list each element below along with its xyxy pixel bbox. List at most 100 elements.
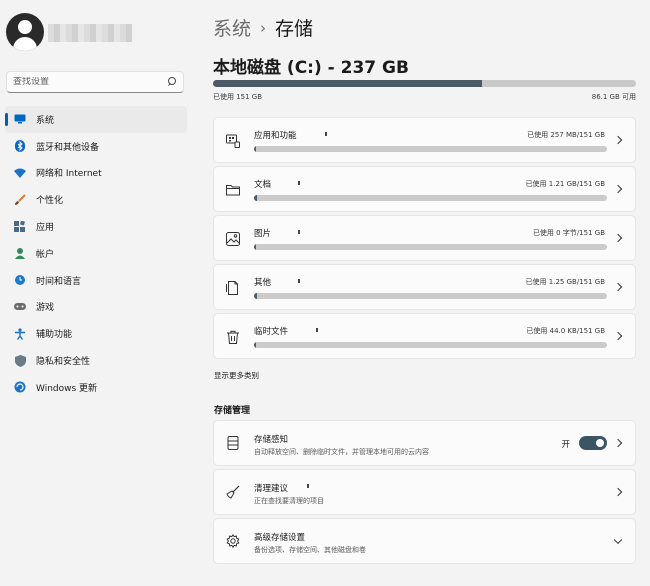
row-title: 高级存储设置 <box>254 533 306 543</box>
chevron-right-icon <box>613 487 623 497</box>
category-usage-fill <box>254 342 256 348</box>
folder-icon <box>226 183 240 197</box>
sidebar-item-privacy[interactable]: 隐私和安全性 <box>5 347 187 374</box>
breadcrumb-separator: › <box>260 18 267 37</box>
category-used: 已使用 1.21 GB/151 GB <box>525 180 605 188</box>
sidebar-item-network[interactable]: 网络和 Internet <box>5 160 187 187</box>
shield-icon <box>14 354 26 367</box>
sidebar: 系统 蓝牙和其他设备 网络和 Internet 个性化 应用 <box>0 0 195 586</box>
sidebar-item-personalization[interactable]: 个性化 <box>5 186 187 213</box>
sidebar-item-apps[interactable]: 应用 <box>5 213 187 240</box>
accessibility-icon <box>14 328 26 340</box>
apps-features-icon <box>226 134 240 148</box>
chevron-right-icon <box>613 282 623 292</box>
disk-free-label: 86.1 GB 可用 <box>591 93 636 101</box>
chevron-right-icon <box>613 331 623 341</box>
sidebar-item-label: 系统 <box>36 115 55 126</box>
row-subtitle: 自动释放空间、删除临时文件，并管理本地可用的云内容 <box>254 448 429 456</box>
category-usage-bar <box>254 293 607 299</box>
sidebar-item-bluetooth[interactable]: 蓝牙和其他设备 <box>5 133 187 160</box>
category-usage-bar <box>254 195 607 201</box>
advanced-storage-settings-row[interactable]: 高级存储设置 备份选项、存储空间、其他磁盘和卷 <box>213 518 636 564</box>
avatar[interactable] <box>6 13 44 51</box>
storage-sense-row[interactable]: 存储感知 自动释放空间、删除临时文件，并管理本地可用的云内容 开 <box>213 420 636 466</box>
category-name: 图片 <box>254 229 272 239</box>
globe-clock-icon <box>14 274 26 286</box>
gear-icon <box>226 534 240 548</box>
update-icon <box>14 381 26 393</box>
chevron-right-icon <box>613 135 623 145</box>
category-usage-fill <box>254 244 256 250</box>
category-name: 临时文件 <box>254 327 289 337</box>
category-used: 已使用 0 字节/151 GB <box>532 229 605 237</box>
row-subtitle: 正在查找要清理的项目 <box>254 497 324 505</box>
storage-sense-icon <box>226 436 240 450</box>
breadcrumb: 系统 › 存储 <box>213 14 313 41</box>
loading-indicator <box>325 132 327 136</box>
category-name: 应用和功能 <box>254 131 297 141</box>
search-icon[interactable] <box>167 77 177 87</box>
disk-title: 本地磁盘 (C:) - 237 GB <box>213 58 409 78</box>
sidebar-item-label: 个性化 <box>36 196 64 207</box>
account-icon <box>14 247 26 260</box>
category-name: 其他 <box>254 278 272 288</box>
loading-indicator <box>298 230 300 234</box>
search-input[interactable] <box>13 77 167 87</box>
category-temp-files[interactable]: 临时文件 已使用 44.0 KB/151 GB <box>213 313 636 359</box>
sidebar-item-gaming[interactable]: 游戏 <box>5 294 187 321</box>
username-redacted <box>48 24 132 42</box>
sidebar-item-system[interactable]: 系统 <box>5 106 187 133</box>
trash-icon <box>226 330 240 344</box>
category-usage-fill <box>254 293 257 299</box>
sidebar-item-time-language[interactable]: 时间和语言 <box>5 267 187 294</box>
row-subtitle: 备份选项、存储空间、其他磁盘和卷 <box>254 546 366 554</box>
category-used: 已使用 44.0 KB/151 GB <box>526 327 605 335</box>
toggle-state-label: 开 <box>561 440 570 450</box>
cleanup-recommendations-row[interactable]: 清理建议 正在查找要清理的项目 <box>213 469 636 515</box>
page-title: 存储 <box>275 18 314 40</box>
broom-icon <box>226 485 240 499</box>
wifi-icon <box>14 167 26 179</box>
sidebar-item-label: 隐私和安全性 <box>36 357 91 368</box>
row-title: 清理建议 <box>254 484 289 494</box>
loading-indicator <box>298 181 300 185</box>
sidebar-item-label: 蓝牙和其他设备 <box>36 142 100 153</box>
category-pictures[interactable]: 图片 已使用 0 字节/151 GB <box>213 215 636 261</box>
category-usage-fill <box>254 146 256 152</box>
category-other[interactable]: 其他 已使用 1.25 GB/151 GB <box>213 264 636 310</box>
sidebar-item-windows-update[interactable]: Windows 更新 <box>5 374 187 401</box>
disk-usage-fill <box>213 80 483 87</box>
brush-icon <box>14 194 26 206</box>
sidebar-item-label: 游戏 <box>36 303 55 314</box>
category-usage-bar <box>254 342 607 348</box>
disk-used-label: 已使用 151 GB <box>213 93 263 101</box>
other-files-icon <box>226 281 240 295</box>
category-usage-bar <box>254 244 607 250</box>
storage-sense-toggle[interactable] <box>579 436 607 450</box>
category-used: 已使用 1.25 GB/151 GB <box>525 278 605 286</box>
chevron-right-icon <box>613 438 623 448</box>
show-more-categories-link[interactable]: 显示更多类别 <box>214 370 259 381</box>
search-box[interactable] <box>6 71 184 93</box>
category-name: 文档 <box>254 180 272 190</box>
category-documents[interactable]: 文档 已使用 1.21 GB/151 GB <box>213 166 636 212</box>
category-usage-bar <box>254 146 607 152</box>
sidebar-item-accounts[interactable]: 帐户 <box>5 240 187 267</box>
sidebar-item-label: 帐户 <box>36 249 55 260</box>
sidebar-item-label: Windows 更新 <box>36 383 98 394</box>
sidebar-item-label: 应用 <box>36 223 55 234</box>
breadcrumb-parent[interactable]: 系统 <box>213 14 251 41</box>
chevron-right-icon <box>613 184 623 194</box>
chevron-down-icon[interactable] <box>613 535 623 545</box>
loading-indicator <box>307 484 309 488</box>
monitor-icon <box>14 113 26 125</box>
category-usage-fill <box>254 195 257 201</box>
gamepad-icon <box>14 301 26 313</box>
disk-usage-bar <box>213 80 636 87</box>
row-title: 存储感知 <box>254 435 289 445</box>
sidebar-item-accessibility[interactable]: 辅助功能 <box>5 320 187 347</box>
sidebar-item-label: 网络和 Internet <box>36 169 102 180</box>
category-apps-features[interactable]: 应用和功能 已使用 257 MB/151 GB <box>213 117 636 163</box>
category-used: 已使用 257 MB/151 GB <box>527 131 605 139</box>
sidebar-item-label: 辅助功能 <box>36 330 73 341</box>
